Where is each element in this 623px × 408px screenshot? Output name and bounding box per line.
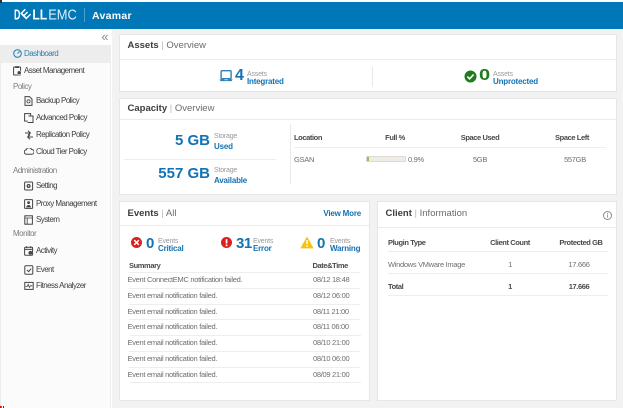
svg-text:LL: LL (32, 7, 47, 23)
svg-text:EMC: EMC (48, 7, 77, 23)
